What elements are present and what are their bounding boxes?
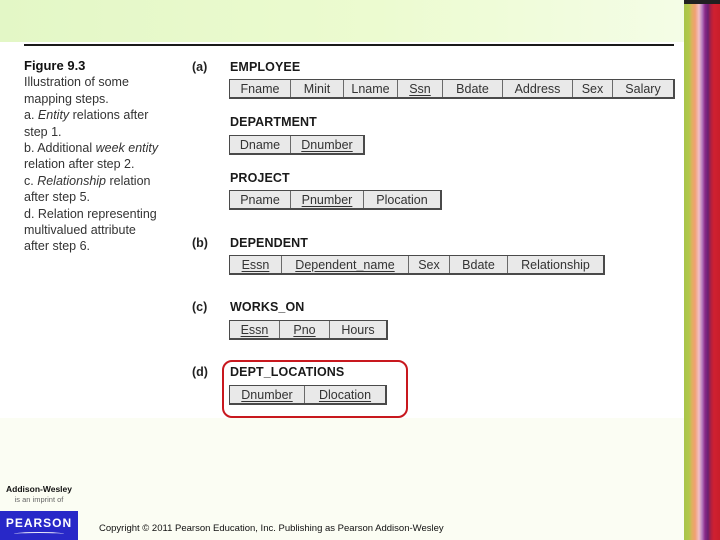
attribute-cell: Dname: [230, 136, 291, 153]
caption-line: Illustration of some: [24, 75, 129, 90]
attribute-name: Pno: [293, 322, 316, 337]
relation-employee: Fname Minit Lname Ssn Bdate Address Sex …: [229, 79, 675, 99]
figure-title: Figure 9.3: [24, 58, 86, 73]
relation-works-on: Essn Pno Hours: [229, 320, 388, 340]
caption-text: relations after: [69, 108, 149, 123]
caption-emphasis: Relationship: [37, 173, 106, 188]
attribute-cell: Bdate: [450, 256, 508, 273]
figure-caption: Figure 9.3 Illustration of some mapping …: [24, 58, 174, 255]
attribute-name: Address: [514, 81, 561, 96]
copyright-notice: Copyright © 2011 Pearson Education, Inc.…: [99, 523, 444, 534]
attribute-cell-key: Dnumber: [230, 386, 305, 403]
attribute-name: Hours: [341, 322, 375, 337]
publisher-subtitle: is an imprint of: [14, 495, 64, 504]
attribute-cell-key: Dependent_name: [282, 256, 409, 273]
addison-wesley-logo: Addison-Wesley is an imprint of: [0, 484, 78, 504]
attribute-name: Essn: [241, 257, 270, 272]
header-band: [0, 0, 684, 42]
attribute-cell: Address: [503, 80, 573, 97]
attribute-name: Minit: [303, 81, 331, 96]
caption-line: mapping steps.: [24, 91, 109, 106]
relation-project: Pname Pnumber Plocation: [229, 190, 442, 210]
caption-text: b. Additional: [24, 141, 96, 156]
caption-line: multivalued attribute: [24, 223, 136, 238]
part-label-d: (d): [192, 365, 208, 379]
attribute-cell-key: Dnumber: [291, 136, 363, 153]
attribute-cell: Pname: [230, 191, 291, 208]
attribute-name: Bdate: [456, 81, 489, 96]
attribute-name: Sex: [581, 81, 604, 96]
caption-line: after step 6.: [24, 239, 91, 254]
attribute-cell: Plocation: [364, 191, 440, 208]
attribute-name: Dnumber: [301, 137, 353, 152]
attribute-name: Pname: [240, 192, 280, 207]
caption-line: after step 5.: [24, 190, 91, 205]
relation-name-dept-locations: DEPT_LOCATIONS: [230, 365, 345, 379]
attribute-name: Relationship: [521, 257, 590, 272]
caption-line: a. Entity relations after: [24, 107, 174, 123]
relation-dependent: Essn Dependent_name Sex Bdate Relationsh…: [229, 255, 605, 275]
attribute-name: Pnumber: [301, 192, 353, 207]
relation-name-employee: EMPLOYEE: [230, 60, 301, 74]
attribute-name: Dependent_name: [295, 257, 395, 272]
attribute-name: Sex: [418, 257, 440, 272]
attribute-cell-key: Pno: [280, 321, 330, 338]
attribute-name: Ssn: [409, 81, 431, 96]
relation-name-department: DEPARTMENT: [230, 115, 317, 129]
attribute-name: Essn: [240, 322, 269, 337]
caption-text: a.: [24, 108, 38, 123]
attribute-name: Lname: [351, 81, 390, 96]
caption-text: c.: [24, 173, 38, 188]
attribute-name: Plocation: [376, 192, 428, 207]
footer-band: [0, 418, 684, 540]
figure-top-rule: [24, 44, 674, 46]
attribute-cell: Lname: [344, 80, 398, 97]
attribute-cell: Sex: [409, 256, 450, 273]
caption-line: b. Additional week entity: [24, 140, 174, 156]
caption-emphasis: Entity: [37, 108, 70, 123]
attribute-name: Fname: [240, 81, 280, 96]
relation-name-works-on: WORKS_ON: [230, 300, 305, 314]
caption-line: c. Relationship relation: [24, 173, 174, 189]
attribute-cell-key: Essn: [230, 321, 280, 338]
attribute-cell: Fname: [230, 80, 291, 97]
pearson-swoosh-icon: [14, 531, 64, 536]
attribute-name: Dname: [239, 137, 281, 152]
attribute-cell: Minit: [291, 80, 344, 97]
attribute-cell: Hours: [330, 321, 386, 338]
attribute-name: Dnumber: [241, 387, 293, 402]
caption-text: relation: [106, 173, 151, 188]
part-label-a: (a): [192, 60, 208, 74]
attribute-cell-key: Dlocation: [305, 386, 385, 403]
decorative-color-stripe: [684, 0, 720, 540]
attribute-cell-key: Ssn: [398, 80, 443, 97]
attribute-cell: Sex: [573, 80, 613, 97]
caption-emphasis: week entity: [95, 141, 159, 156]
part-label-c: (c): [192, 300, 208, 314]
attribute-name: Salary: [625, 81, 661, 96]
attribute-cell: Relationship: [508, 256, 603, 273]
relation-name-project: PROJECT: [230, 171, 290, 185]
pearson-logo-text: PEARSON: [5, 515, 73, 530]
caption-line: step 1.: [24, 124, 62, 139]
caption-line: d. Relation representing: [24, 206, 157, 221]
part-label-b: (b): [192, 236, 208, 250]
relation-name-dependent: DEPENDENT: [230, 236, 308, 250]
pearson-logo: PEARSON: [0, 511, 78, 540]
attribute-cell-key: Essn: [230, 256, 282, 273]
caption-line: relation after step 2.: [24, 157, 135, 172]
relation-department: Dname Dnumber: [229, 135, 365, 155]
attribute-cell-key: Pnumber: [291, 191, 364, 208]
attribute-cell: Bdate: [443, 80, 503, 97]
attribute-name: Dlocation: [318, 387, 372, 402]
attribute-name: Bdate: [462, 257, 495, 272]
attribute-cell: Salary: [613, 80, 673, 97]
publisher-name: Addison-Wesley: [6, 484, 72, 494]
relation-dept-locations: Dnumber Dlocation: [229, 385, 387, 405]
